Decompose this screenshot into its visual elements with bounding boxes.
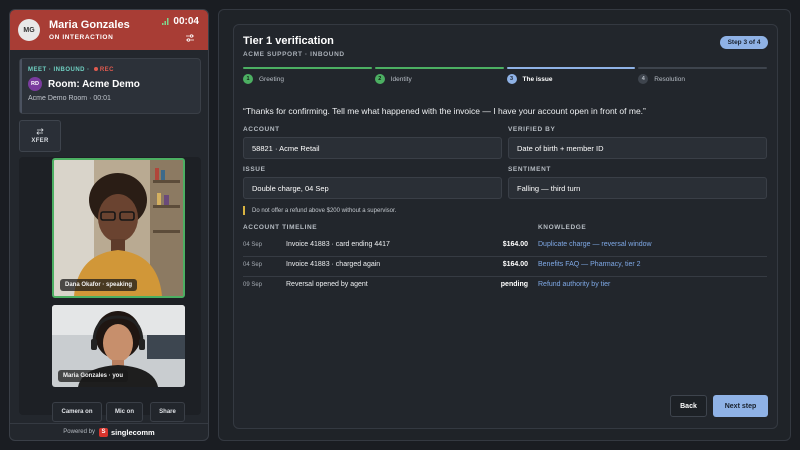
camera-toggle-button[interactable]: Camera on bbox=[52, 402, 102, 422]
knowledge-link[interactable]: Benefits FAQ — Pharmacy, tier 2 bbox=[538, 261, 641, 268]
step-label: Identity bbox=[390, 75, 412, 83]
timeline-row: 09 Sep Reversal opened by agent pending … bbox=[243, 277, 767, 297]
transfer-button[interactable]: XFER bbox=[19, 120, 61, 152]
step-progress-bar bbox=[243, 67, 372, 69]
step-number: 1 bbox=[243, 74, 253, 84]
next-step-button[interactable]: Next step bbox=[713, 395, 768, 417]
self-video-tile[interactable]: Maria Gonzales · you bbox=[52, 305, 185, 387]
participant-video-label: Dana Okafor · speaking bbox=[60, 279, 138, 291]
step-label: Resolution bbox=[654, 75, 685, 83]
room-subtitle: Acme Demo Room · 00:01 bbox=[28, 95, 111, 102]
timeline-row: 04 Sep Invoice 41883 · charged again $16… bbox=[243, 257, 767, 277]
call-timer-group: 00:04 bbox=[162, 16, 199, 27]
step-resolution[interactable]: 4 Resolution bbox=[638, 67, 767, 87]
step-label: The issue bbox=[522, 75, 553, 83]
step-number: 2 bbox=[374, 74, 385, 84]
stepper: 1 Greeting 2 Identity 3 The issue 4 Reso… bbox=[243, 67, 767, 87]
share-screen-button[interactable]: Share bbox=[150, 402, 185, 422]
refund-warning: Do not offer a refund above $200 without… bbox=[243, 206, 396, 215]
self-video-label: Maria Gonzales · you bbox=[58, 370, 129, 382]
step-greeting[interactable]: 1 Greeting bbox=[243, 67, 372, 87]
timeline-amount: pending bbox=[500, 281, 528, 288]
timeline-date: 04 Sep bbox=[243, 242, 263, 248]
knowledge-link[interactable]: Duplicate charge — reversal window bbox=[538, 241, 652, 248]
timeline-event: Reversal opened by agent bbox=[286, 281, 368, 288]
sentiment-field[interactable]: Falling — third turn bbox=[508, 177, 767, 199]
participant-video-tile[interactable]: Dana Okafor · speaking bbox=[52, 158, 185, 298]
video-area: Dana Okafor · speaking Maria Gonzales · … bbox=[19, 157, 201, 422]
agent-info: Maria Gonzales ON INTERACTION bbox=[49, 19, 130, 41]
timeline-date: 09 Sep bbox=[243, 282, 263, 288]
knowledge-heading: KNOWLEDGE bbox=[538, 224, 587, 231]
powered-by-footer: Powered by S singlecomm bbox=[10, 423, 208, 440]
timeline-amount: $164.00 bbox=[502, 261, 528, 268]
account-timeline-heading: ACCOUNT TIMELINE bbox=[243, 224, 318, 231]
transfer-arrows-icon bbox=[36, 128, 44, 135]
agent-status: ON INTERACTION bbox=[49, 34, 114, 41]
step-progress-bar bbox=[374, 67, 504, 69]
page-subtitle: ACME SUPPORT · INBOUND bbox=[243, 51, 345, 58]
record-dot-icon bbox=[93, 67, 98, 71]
room-avatar: RD bbox=[28, 77, 42, 91]
participant-video-image bbox=[54, 160, 183, 296]
mic-toggle-button[interactable]: Mic on bbox=[106, 402, 143, 422]
singlecomm-logo-icon: S bbox=[98, 427, 108, 437]
timeline-amount: $164.00 bbox=[502, 241, 528, 248]
sentiment-label: SENTIMENT bbox=[508, 166, 551, 173]
step-number: 3 bbox=[506, 74, 517, 84]
step-progress-bar bbox=[506, 67, 636, 69]
agent-avatar: MG bbox=[18, 19, 40, 41]
step-label: Greeting bbox=[259, 75, 284, 83]
account-label: ACCOUNT bbox=[243, 126, 280, 133]
room-title: Room: Acme Demo bbox=[48, 78, 140, 90]
workspace-panel: Tier 1 verification ACME SUPPORT · INBOU… bbox=[218, 9, 791, 441]
issue-field[interactable]: Double charge, 04 Sep bbox=[243, 177, 502, 199]
timeline-event: Invoice 41883 · charged again bbox=[286, 261, 381, 268]
issue-label: ISSUE bbox=[243, 166, 266, 173]
call-card[interactable]: MEET · INBOUND · REC RD Room: Acme Demo … bbox=[19, 58, 201, 114]
knowledge-link[interactable]: Refund authority by tier bbox=[538, 281, 610, 288]
powered-by-text: Powered by bbox=[63, 429, 95, 435]
room-row: RD Room: Acme Demo bbox=[28, 77, 192, 91]
call-timer: 00:04 bbox=[173, 16, 199, 27]
step-progress-bar bbox=[638, 67, 767, 69]
step-the-issue[interactable]: 3 The issue bbox=[506, 67, 636, 87]
agent-panel: MG Maria Gonzales ON INTERACTION 00:04 M… bbox=[9, 9, 209, 441]
signal-icon bbox=[162, 18, 169, 25]
verified-by-label: VERIFIED BY bbox=[508, 126, 556, 133]
settings-sliders-icon[interactable] bbox=[186, 34, 194, 42]
page-title: Tier 1 verification bbox=[243, 35, 334, 47]
verified-by-field[interactable]: Date of birth + member ID bbox=[508, 137, 767, 159]
call-channel: MEET · INBOUND · bbox=[28, 67, 90, 73]
script-card: Tier 1 verification ACME SUPPORT · INBOU… bbox=[233, 24, 778, 429]
transfer-label: XFER bbox=[31, 138, 49, 144]
script-quote: “Thanks for confirming. Tell me what hap… bbox=[243, 106, 646, 116]
call-meta: MEET · INBOUND · REC bbox=[28, 67, 192, 73]
agent-name: Maria Gonzales bbox=[49, 19, 130, 31]
step-badge: Step 3 of 4 bbox=[720, 36, 768, 49]
brand-name: singlecomm bbox=[110, 427, 155, 437]
step-number: 4 bbox=[638, 74, 649, 84]
account-field[interactable]: 58821 · Acme Retail bbox=[243, 137, 502, 159]
recording-label: REC bbox=[99, 67, 115, 73]
agent-header: MG Maria Gonzales ON INTERACTION 00:04 bbox=[10, 10, 208, 50]
back-button[interactable]: Back bbox=[670, 395, 707, 417]
timeline-date: 04 Sep bbox=[243, 262, 263, 268]
step-identity[interactable]: 2 Identity bbox=[374, 67, 504, 87]
timeline-row: 04 Sep Invoice 41883 · card ending 4417 … bbox=[243, 237, 767, 257]
timeline-event: Invoice 41883 · card ending 4417 bbox=[286, 241, 390, 248]
